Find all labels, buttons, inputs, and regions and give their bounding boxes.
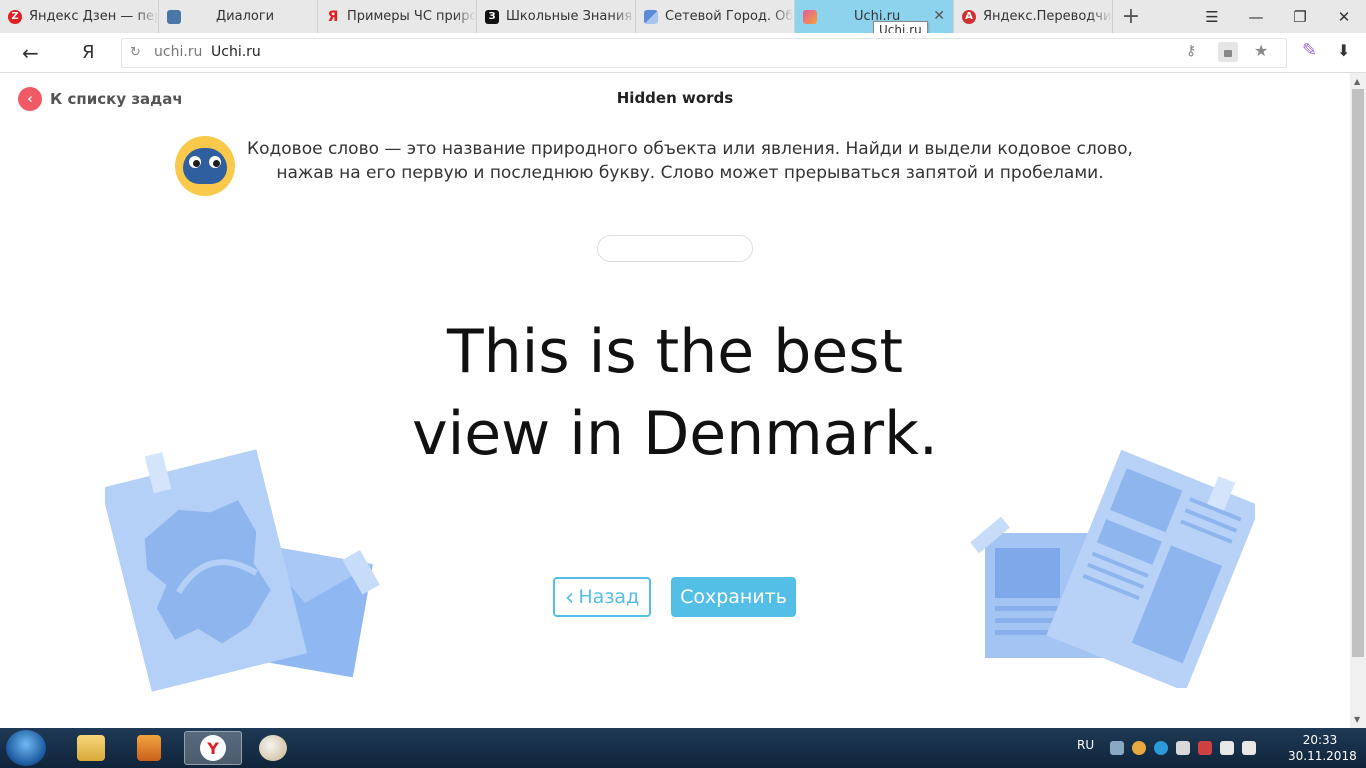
- windows-taskbar: Y RU 20:33 30.11.2018: [0, 728, 1366, 768]
- navigation-bar: ← Я ↻ uchi.ru Uchi.ru ⚷ ★ ✎ ⬇: [0, 33, 1366, 73]
- tab-dialogs[interactable]: Диалоги: [159, 0, 318, 33]
- key-icon[interactable]: ⚷: [1186, 43, 1196, 59]
- reload-icon[interactable]: ↻: [130, 45, 141, 60]
- scroll-down-icon[interactable]: ▼: [1354, 715, 1360, 724]
- chat-icon: [167, 9, 181, 24]
- yandex-logo-icon[interactable]: Я: [82, 42, 95, 63]
- netcity-icon: [644, 9, 658, 24]
- tab-netcity[interactable]: Сетевой Город. Обр: [636, 0, 795, 33]
- tab-yandex-zen[interactable]: Z Яндекс Дзен — перс: [0, 0, 159, 33]
- tab-label: Диалоги: [216, 9, 275, 24]
- address-bar[interactable]: [121, 38, 1287, 68]
- volume-icon[interactable]: [1242, 741, 1256, 755]
- tab-examples[interactable]: Я Примеры ЧС приро: [318, 0, 477, 33]
- window-controls: ☰ — ❐ ✕: [1190, 0, 1366, 33]
- new-tab-button[interactable]: +: [1113, 0, 1149, 33]
- tray-app-icon[interactable]: [1110, 741, 1124, 755]
- minimize-icon[interactable]: —: [1234, 0, 1278, 33]
- tab-strip: Z Яндекс Дзен — перс Диалоги Я Примеры Ч…: [0, 0, 1366, 33]
- explorer-icon[interactable]: [62, 731, 120, 765]
- close-window-icon[interactable]: ✕: [1322, 0, 1366, 33]
- task-instruction: Кодовое слово — это название природного …: [247, 139, 1133, 183]
- tray-app-icon[interactable]: [1154, 741, 1168, 755]
- chevron-left-icon: ‹: [564, 583, 575, 611]
- tab-znanija[interactable]: З Школьные Знания.c: [477, 0, 636, 33]
- task-title: Hidden words: [616, 89, 734, 107]
- save-button[interactable]: Сохранить: [671, 577, 796, 617]
- yandex-browser-icon[interactable]: Y: [184, 731, 242, 765]
- battery-icon[interactable]: [1198, 741, 1212, 755]
- language-indicator[interactable]: RU: [1077, 738, 1094, 752]
- tray-app-icon[interactable]: [1132, 741, 1146, 755]
- sentence-line[interactable]: This is the best: [0, 311, 1350, 393]
- restore-icon[interactable]: ❐: [1278, 0, 1322, 33]
- back-button-label: Назад: [578, 586, 640, 608]
- page-content: ‹ К списку задач Hidden words Кодовое сл…: [0, 73, 1350, 728]
- scroll-thumb[interactable]: [1352, 89, 1364, 657]
- close-tab-icon[interactable]: ✕: [933, 8, 945, 24]
- translate-icon: A: [962, 9, 976, 24]
- action-center-flag-icon[interactable]: [1176, 741, 1190, 755]
- url-page-title[interactable]: Uchi.ru: [211, 44, 261, 60]
- tab-translator[interactable]: A Яндекс.Переводчик: [954, 0, 1113, 33]
- znanija-icon: З: [485, 9, 499, 24]
- uchi-icon: [803, 9, 817, 24]
- start-button-icon[interactable]: [6, 730, 46, 766]
- map-illustration-icon: [105, 449, 380, 692]
- newspaper-illustration-icon: [970, 449, 1255, 688]
- media-player-icon[interactable]: [120, 731, 178, 765]
- bookmark-star-icon[interactable]: ★: [1254, 41, 1268, 60]
- download-icon[interactable]: ⬇: [1337, 41, 1350, 60]
- page-scrollbar[interactable]: ▲ ▼: [1350, 73, 1366, 728]
- owl-mascot-icon: [175, 136, 235, 196]
- pen-icon[interactable]: ✎: [1302, 40, 1317, 61]
- yandex-zen-icon: Z: [8, 9, 22, 24]
- yandex-icon: Я: [327, 8, 339, 25]
- back-button[interactable]: ‹ Назад: [553, 577, 651, 617]
- url-domain[interactable]: uchi.ru: [154, 44, 202, 60]
- clock-date[interactable]: 30.11.2018: [1288, 749, 1357, 763]
- lock-icon[interactable]: [1218, 42, 1238, 62]
- clock-time[interactable]: 20:33: [1292, 733, 1348, 747]
- scroll-up-icon[interactable]: ▲: [1354, 77, 1360, 86]
- answer-field: [597, 235, 753, 262]
- save-button-label: Сохранить: [680, 586, 787, 608]
- network-icon[interactable]: [1220, 741, 1234, 755]
- back-arrow-icon[interactable]: ←: [22, 41, 39, 65]
- menu-icon[interactable]: ☰: [1190, 0, 1234, 33]
- system-tray: [1110, 741, 1256, 755]
- paint-icon[interactable]: [244, 731, 302, 765]
